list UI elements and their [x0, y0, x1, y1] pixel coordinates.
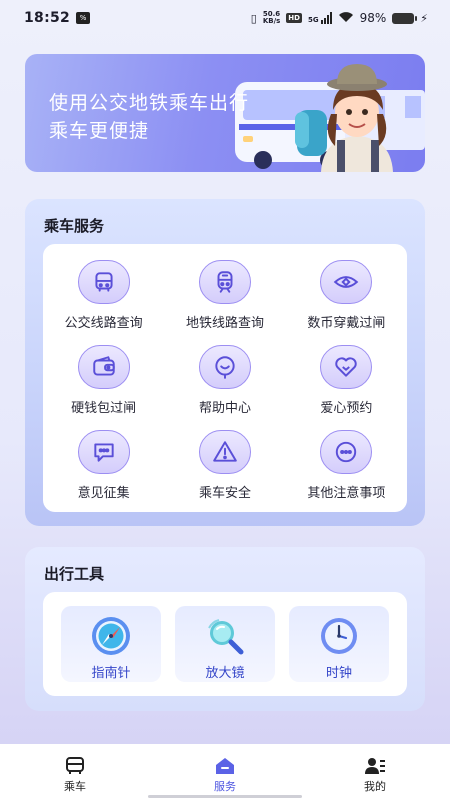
nav-tab-services[interactable]: 服务	[150, 744, 300, 800]
travel-tools-card: 出行工具 指南针 放大镜 时钟	[25, 547, 425, 711]
service-feedback[interactable]: 意见征集	[43, 430, 164, 515]
ride-services-panel: 公交线路查询 地铁线路查询 数币穿戴过闸 硬钱包过闸 帮助中心 爱心预约 意见征…	[43, 244, 407, 512]
service-metro-route[interactable]: 地铁线路查询	[164, 260, 285, 345]
travel-tools-panel: 指南针 放大镜 时钟	[43, 592, 407, 696]
service-label: 乘车安全	[198, 486, 251, 501]
service-label: 意见征集	[77, 486, 130, 501]
wallet-icon	[77, 345, 130, 389]
network-type: 5G	[307, 16, 319, 24]
bus-traveler-illustration	[235, 64, 425, 172]
service-label: 数币穿戴过闸	[307, 316, 386, 331]
banner-text: 使用公交地铁乘车出行 乘车更便捷	[49, 89, 249, 145]
service-digital-wearable-gate[interactable]: 数币穿戴过闸	[286, 260, 407, 345]
service-love-reservation[interactable]: 爱心预约	[286, 345, 407, 430]
network-speed: 50.6 KB/s	[263, 11, 280, 25]
nav-label: 乘车	[64, 780, 86, 793]
notification-icon: %	[76, 12, 91, 24]
bottom-nav: 乘车 服务 我的	[0, 744, 450, 800]
service-hard-wallet-gate[interactable]: 硬钱包过闸	[43, 345, 164, 430]
status-time: 18:52	[24, 10, 71, 26]
nav-label: 我的	[364, 780, 386, 793]
status-bar: 18:52 % ▯ 50.6 KB/s HD 5G 98% ⚡	[0, 0, 450, 36]
banner-line-2: 乘车更便捷	[49, 120, 150, 142]
home-indicator[interactable]	[148, 795, 302, 798]
hd-badge: HD	[286, 13, 302, 23]
nav-tab-ride[interactable]: 乘车	[0, 744, 150, 800]
bus-nav-icon	[66, 757, 84, 774]
travel-tools-title: 出行工具	[44, 565, 105, 583]
magnifier-icon	[208, 619, 244, 655]
service-label: 硬钱包过闸	[71, 401, 137, 416]
service-bus-route[interactable]: 公交线路查询	[43, 260, 164, 345]
banner-line-1: 使用公交地铁乘车出行	[49, 92, 250, 114]
services-grid: 公交线路查询 地铁线路查询 数币穿戴过闸 硬钱包过闸 帮助中心 爱心预约 意见征…	[43, 244, 407, 515]
profile-nav-icon	[365, 758, 385, 774]
status-icons: ▯ 50.6 KB/s HD 5G 98% ⚡	[251, 11, 428, 26]
ride-services-card: 乘车服务 公交线路查询 地铁线路查询 数币穿戴过闸 硬钱包过闸 帮助中心 爱心预…	[25, 199, 425, 526]
more-icon	[320, 430, 373, 474]
tool-compass[interactable]: 指南针	[61, 606, 161, 682]
promo-banner[interactable]: 使用公交地铁乘车出行 乘车更便捷	[25, 54, 425, 172]
nav-tab-profile[interactable]: 我的	[300, 744, 450, 800]
eye-icon	[320, 260, 373, 304]
clock-icon	[321, 618, 357, 654]
metro-icon	[198, 260, 251, 304]
nav-label: 服务	[214, 780, 236, 793]
tool-label: 时钟	[325, 666, 352, 681]
warning-icon	[198, 430, 251, 474]
service-other-notes[interactable]: 其他注意事项	[286, 430, 407, 515]
service-label: 地铁线路查询	[185, 316, 264, 331]
tool-magnifier[interactable]: 放大镜	[175, 606, 275, 682]
speed-unit: KB/s	[262, 17, 281, 25]
service-label: 公交线路查询	[64, 316, 143, 331]
vibrate-icon: ▯	[250, 11, 257, 25]
charging-icon: ⚡	[420, 11, 428, 25]
tool-label: 放大镜	[205, 666, 245, 681]
compass-icon	[92, 617, 130, 655]
tool-clock[interactable]: 时钟	[289, 606, 389, 682]
battery-percent: 98%	[359, 11, 387, 25]
ride-services-title: 乘车服务	[44, 217, 105, 235]
cellular-signal-icon: 5G	[308, 12, 332, 24]
wifi-icon	[338, 11, 354, 26]
feedback-icon	[77, 430, 130, 474]
service-help-center[interactable]: 帮助中心	[164, 345, 285, 430]
service-ride-safety[interactable]: 乘车安全	[164, 430, 285, 515]
bus-icon	[77, 260, 130, 304]
tools-row: 指南针 放大镜 时钟	[43, 592, 407, 682]
heart-icon	[320, 345, 373, 389]
home-nav-icon	[216, 758, 234, 774]
tool-label: 指南针	[91, 666, 131, 681]
service-label: 帮助中心	[198, 401, 251, 416]
service-label: 其他注意事项	[307, 486, 386, 501]
service-label: 爱心预约	[320, 401, 373, 416]
battery-icon	[392, 12, 418, 24]
help-icon	[198, 345, 251, 389]
